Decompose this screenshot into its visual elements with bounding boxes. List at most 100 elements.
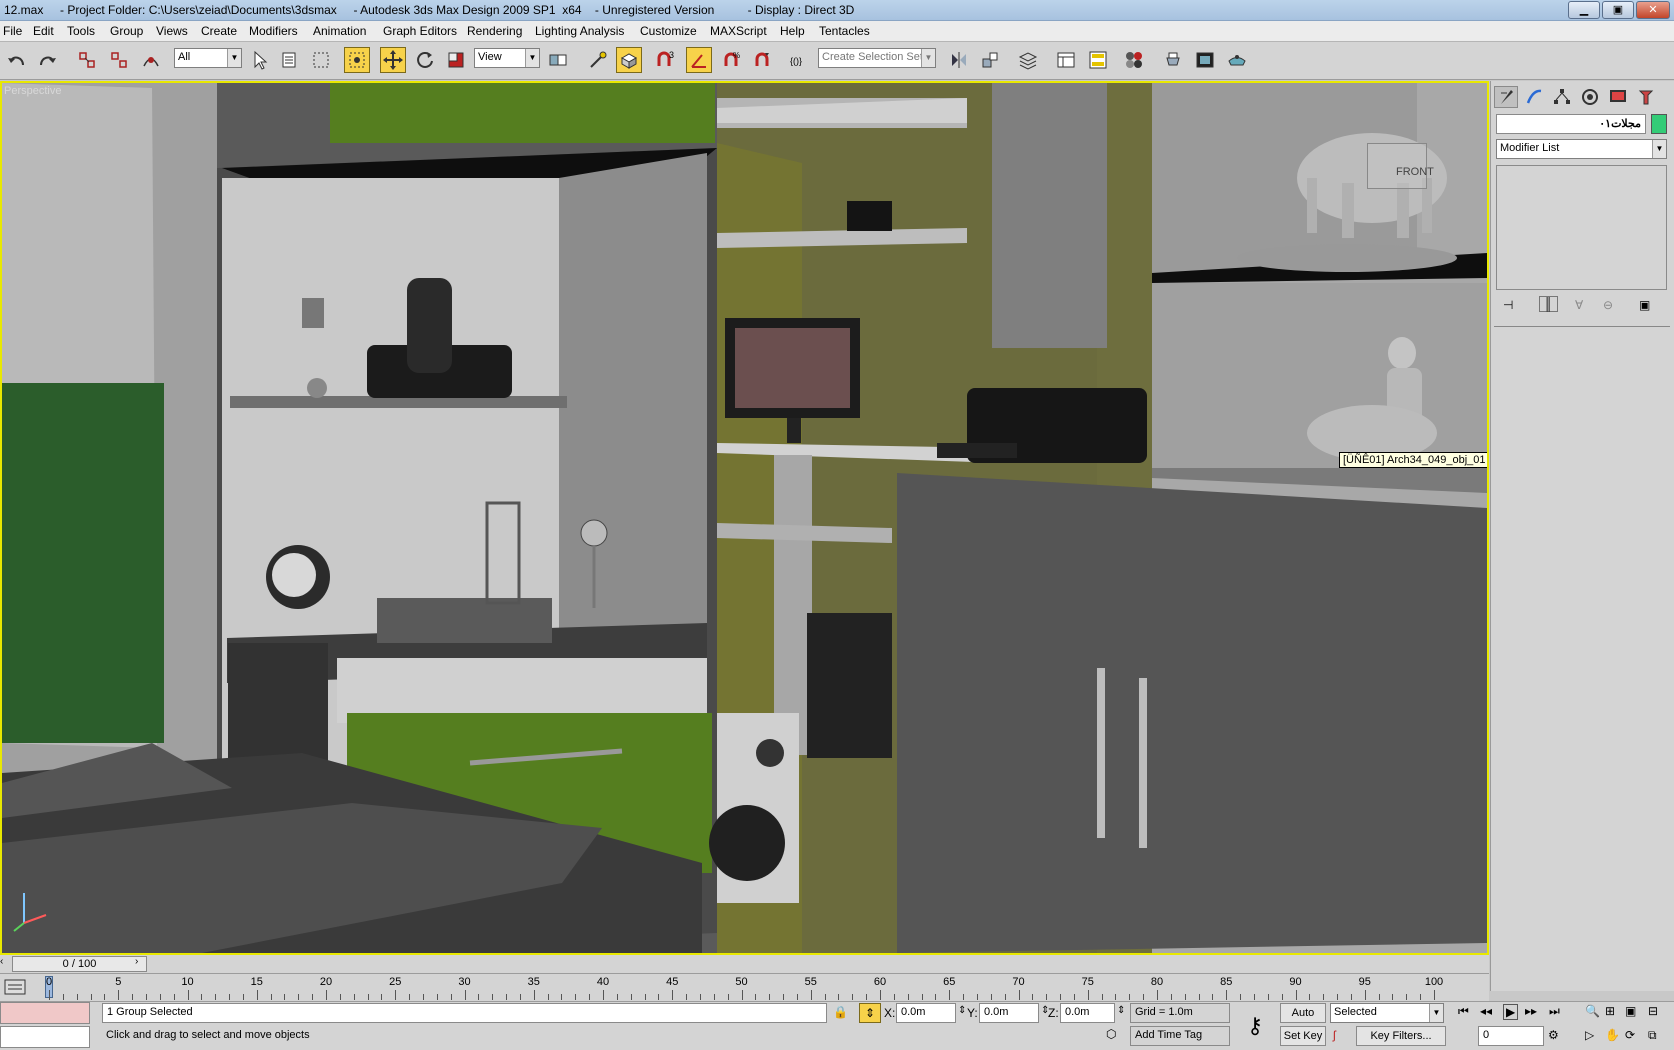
- auto-key-button[interactable]: Auto Key: [1280, 1003, 1326, 1037]
- rendered-frame-window-icon[interactable]: [1192, 47, 1218, 73]
- lock-icon[interactable]: 🔒: [833, 1005, 848, 1019]
- menu-graph-editors[interactable]: Graph Editors: [383, 24, 457, 38]
- menu-maxscript[interactable]: MAXScript: [710, 24, 767, 38]
- maximize-viewport-icon[interactable]: ⧉: [1648, 1028, 1657, 1043]
- menu-tentacles[interactable]: Tentacles: [819, 24, 870, 38]
- hierarchy-tab-icon[interactable]: [1550, 86, 1574, 108]
- make-unique-icon[interactable]: ∀: [1575, 298, 1583, 312]
- motion-tab-icon[interactable]: [1578, 86, 1602, 108]
- utilities-tab-icon[interactable]: [1634, 86, 1658, 108]
- time-configuration-icon[interactable]: ⚙: [1548, 1028, 1559, 1042]
- select-and-scale-icon[interactable]: [443, 47, 469, 73]
- menu-help[interactable]: Help: [780, 24, 805, 38]
- play-icon[interactable]: ▶: [1503, 1004, 1519, 1020]
- menu-views[interactable]: Views: [156, 24, 188, 38]
- modify-tab-icon[interactable]: [1522, 86, 1546, 108]
- set-key-button[interactable]: Set Key: [1280, 1026, 1326, 1046]
- reference-coordinate-dropdown[interactable]: View ▼: [474, 48, 540, 68]
- viewport-label[interactable]: Perspective: [4, 85, 61, 97]
- remove-modifier-icon[interactable]: ⊖: [1603, 298, 1613, 312]
- time-slider-thumb[interactable]: 0 / 100: [12, 956, 147, 972]
- modifier-stack[interactable]: [1496, 165, 1667, 290]
- menu-create[interactable]: Create: [201, 24, 237, 38]
- pivot-center-icon[interactable]: [545, 47, 571, 73]
- material-editor-icon[interactable]: [1121, 47, 1147, 73]
- curve-editor-icon[interactable]: [1053, 47, 1079, 73]
- add-time-tag-button[interactable]: Add Time Tag: [1130, 1026, 1230, 1046]
- menu-modifiers[interactable]: Modifiers: [249, 24, 298, 38]
- menu-customize[interactable]: Customize: [640, 24, 697, 38]
- default-tangents-icon[interactable]: ʃ: [1333, 1028, 1336, 1042]
- render-setup-icon[interactable]: [1160, 47, 1186, 73]
- orbit-icon[interactable]: ⟳: [1625, 1028, 1635, 1042]
- unlink-selection-icon[interactable]: [106, 47, 132, 73]
- pan-view-icon[interactable]: ✋: [1605, 1028, 1620, 1042]
- z-coordinate-field[interactable]: 0.0m: [1060, 1003, 1115, 1023]
- bind-to-space-warp-icon[interactable]: [138, 47, 164, 73]
- time-slider-prev-icon[interactable]: ‹: [0, 956, 12, 972]
- select-and-rotate-icon[interactable]: [412, 47, 438, 73]
- redo-icon[interactable]: [34, 47, 60, 73]
- mirror-icon[interactable]: [946, 47, 972, 73]
- menu-animation[interactable]: Animation: [313, 24, 366, 38]
- maxscript-input[interactable]: [0, 1026, 90, 1048]
- track-bar[interactable]: 0 5 10 15 20 25 30 35 40 45 50 55 60 65 70 75 80 85 90 95 10…: [0, 973, 1489, 1001]
- undo-icon[interactable]: [4, 47, 30, 73]
- field-of-view-icon[interactable]: ▷: [1585, 1028, 1594, 1042]
- time-tag-icon[interactable]: ⬡: [1106, 1027, 1116, 1041]
- spinner-snap-toggle-icon[interactable]: [749, 47, 775, 73]
- window-crossing-icon[interactable]: [344, 47, 370, 73]
- select-and-link-icon[interactable]: [74, 47, 100, 73]
- go-to-start-icon[interactable]: ⏮: [1458, 1004, 1469, 1019]
- viewcube[interactable]: FRONT: [1367, 143, 1434, 189]
- time-slider-next-icon[interactable]: ›: [135, 956, 147, 972]
- minimize-button[interactable]: ▁: [1568, 1, 1600, 19]
- snaps-toggle-icon[interactable]: 3: [652, 47, 678, 73]
- zoom-extents-all-icon[interactable]: ⊟: [1648, 1004, 1658, 1018]
- object-name-field[interactable]: مجلات٠١: [1496, 114, 1646, 134]
- key-mode-dropdown[interactable]: Selected ▼: [1330, 1003, 1444, 1023]
- z-spinner-icon[interactable]: ⇕: [1117, 1005, 1125, 1016]
- menu-edit[interactable]: Edit: [33, 24, 54, 38]
- render-production-icon[interactable]: [1224, 47, 1250, 73]
- menu-tools[interactable]: Tools: [67, 24, 95, 38]
- layer-manager-icon[interactable]: [1015, 47, 1041, 73]
- schematic-view-icon[interactable]: [1085, 47, 1111, 73]
- zoom-extents-icon[interactable]: ▣: [1625, 1004, 1636, 1018]
- maximize-button[interactable]: ▣: [1602, 1, 1634, 19]
- rectangular-selection-icon[interactable]: [308, 47, 334, 73]
- align-icon[interactable]: [977, 47, 1003, 73]
- display-tab-icon[interactable]: [1606, 86, 1630, 108]
- percent-snap-toggle-icon[interactable]: %: [718, 47, 744, 73]
- key-filters-button[interactable]: Key Filters...: [1356, 1026, 1446, 1046]
- select-and-manipulate-icon[interactable]: [585, 47, 611, 73]
- go-to-end-icon[interactable]: ⏭: [1549, 1004, 1560, 1019]
- select-object-icon[interactable]: [246, 47, 272, 73]
- show-end-result-icon[interactable]: ║: [1539, 296, 1558, 312]
- time-slider-track[interactable]: ‹ 0 / 100 ›: [0, 955, 1489, 973]
- edit-named-selection-sets-icon[interactable]: {()}: [786, 47, 812, 73]
- object-color-swatch[interactable]: [1651, 114, 1667, 134]
- next-frame-icon[interactable]: ▸▸: [1525, 1004, 1537, 1018]
- current-frame-field[interactable]: 0: [1478, 1026, 1544, 1046]
- menu-lighting-analysis[interactable]: Lighting Analysis: [535, 24, 624, 38]
- y-coordinate-field[interactable]: 0.0m: [979, 1003, 1039, 1023]
- x-spinner-icon[interactable]: ⇕: [958, 1005, 966, 1016]
- keyboard-shortcut-override-icon[interactable]: [616, 47, 642, 73]
- create-tab-icon[interactable]: [1494, 86, 1518, 108]
- previous-frame-icon[interactable]: ◂◂: [1480, 1004, 1492, 1018]
- select-and-move-icon[interactable]: [380, 47, 406, 73]
- close-button[interactable]: ✕: [1636, 1, 1670, 19]
- angle-snap-toggle-icon[interactable]: [686, 47, 712, 73]
- menu-file[interactable]: File: [3, 24, 22, 38]
- configure-modifier-sets-icon[interactable]: ▣: [1639, 298, 1650, 312]
- select-by-name-icon[interactable]: [277, 47, 303, 73]
- menu-rendering[interactable]: Rendering: [467, 24, 522, 38]
- set-keys-key-icon[interactable]: ⚷: [1235, 1006, 1275, 1046]
- menu-group[interactable]: Group: [110, 24, 143, 38]
- zoom-icon[interactable]: 🔍: [1585, 1004, 1600, 1018]
- named-selection-sets-dropdown[interactable]: Create Selection Set ▼: [818, 48, 936, 68]
- zoom-all-icon[interactable]: ⊞: [1605, 1004, 1615, 1018]
- pin-stack-icon[interactable]: ⊣: [1503, 298, 1513, 312]
- x-coordinate-field[interactable]: 0.0m: [896, 1003, 956, 1023]
